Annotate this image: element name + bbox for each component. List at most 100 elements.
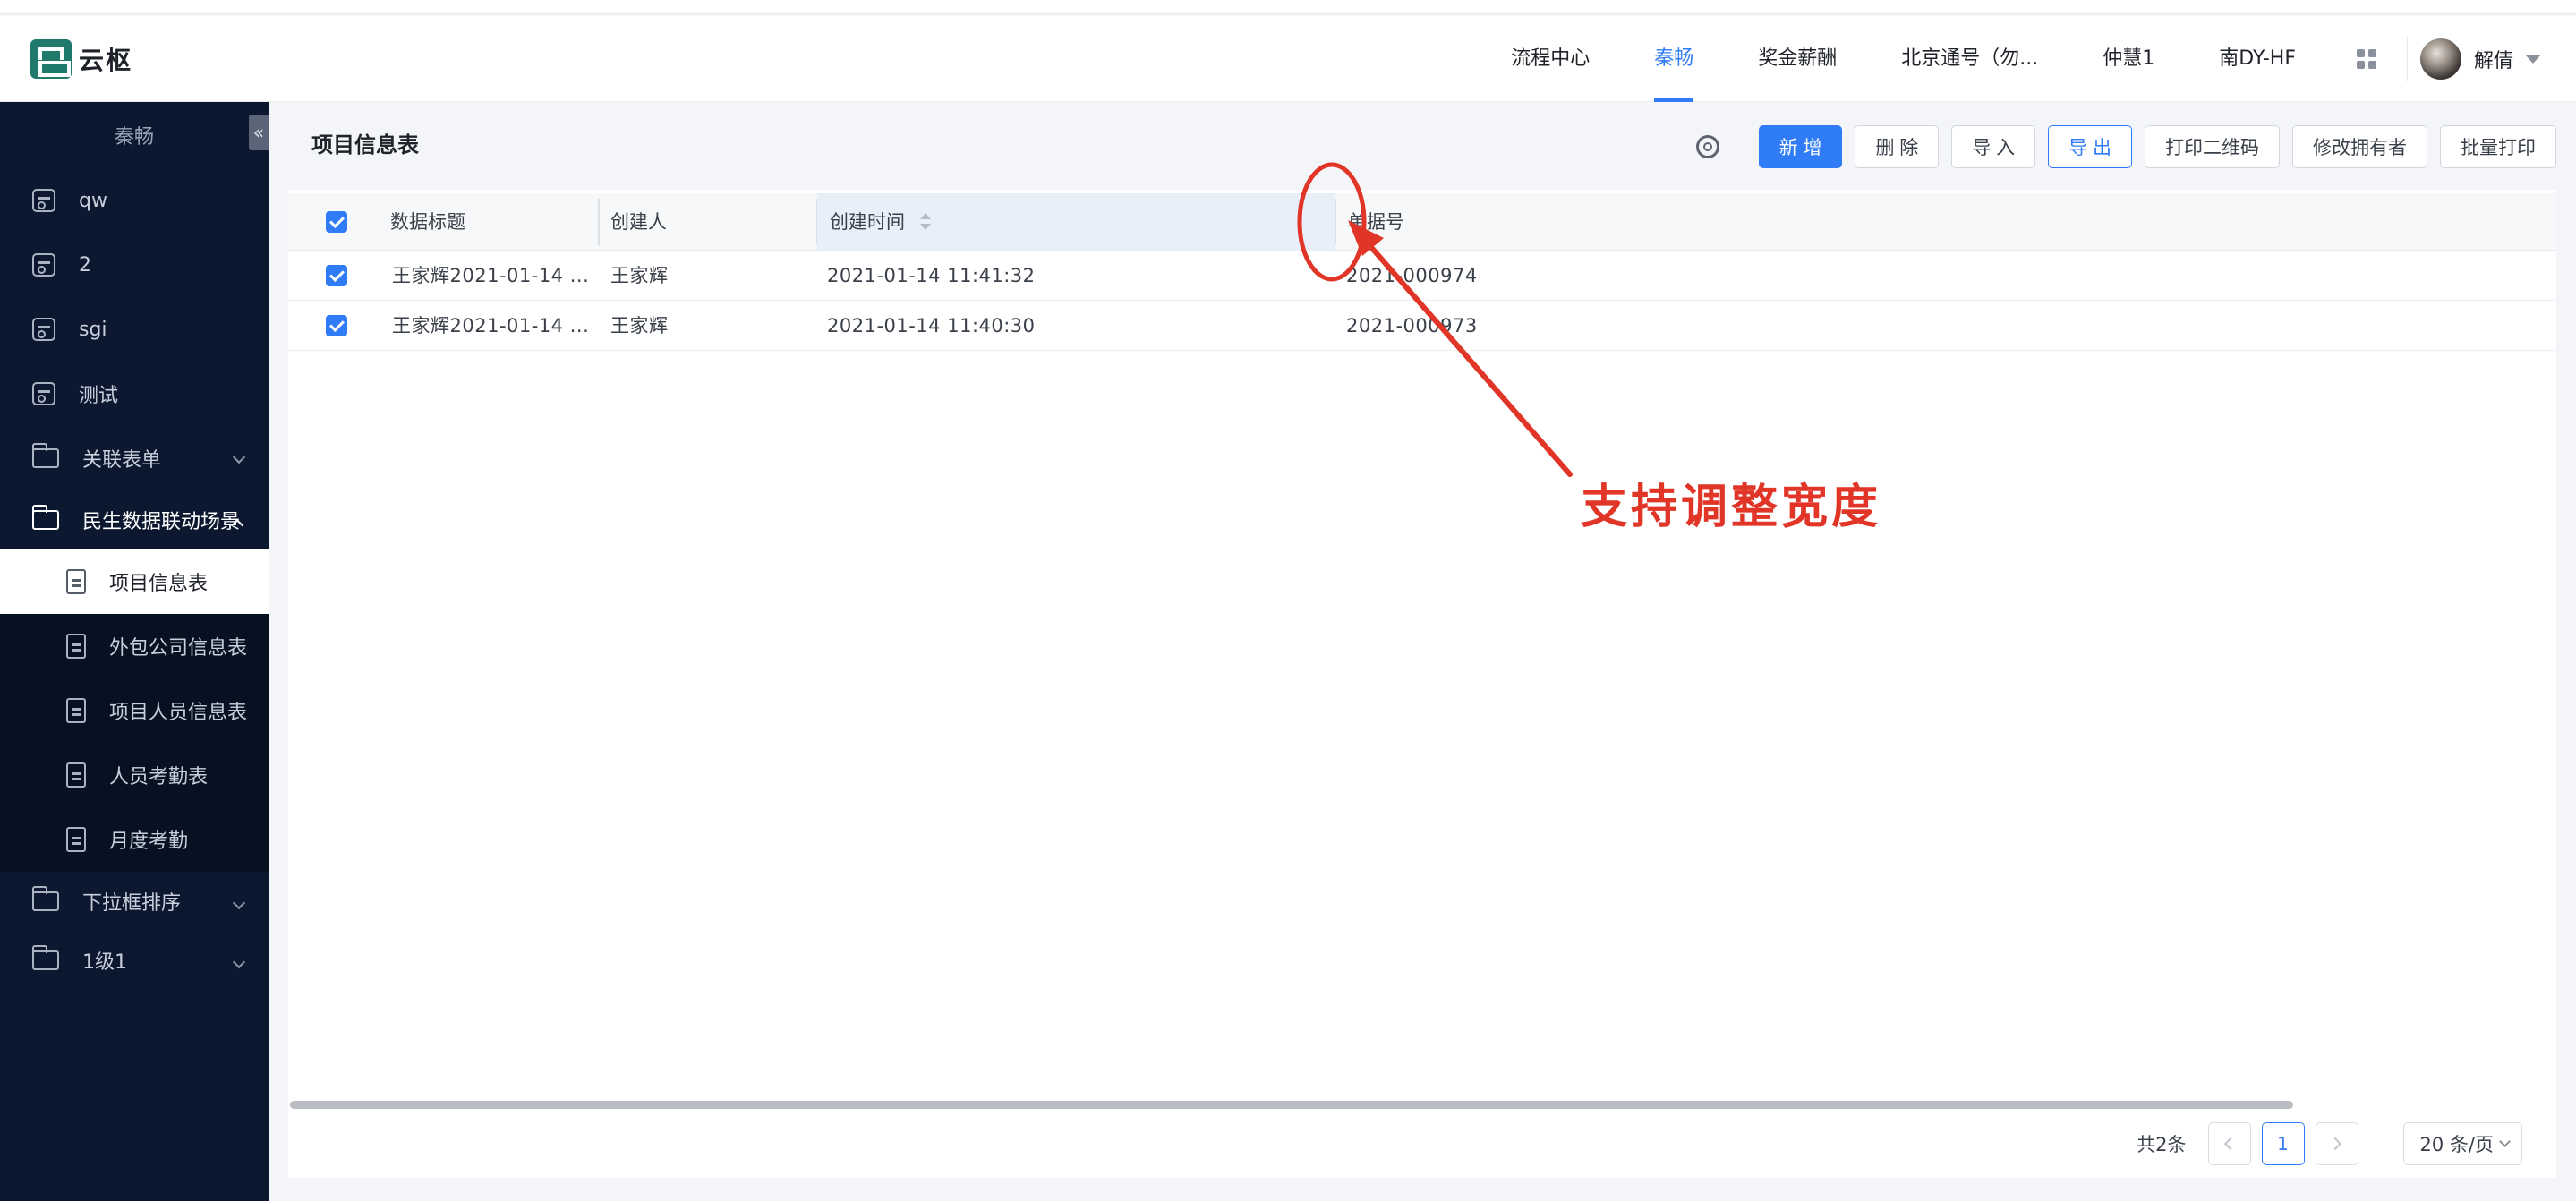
document-icon — [66, 569, 86, 594]
add-button[interactable]: 新 增 — [1758, 125, 1843, 168]
window-top-strip — [0, 0, 2576, 14]
sidebar-item-label: 关联表单 — [82, 449, 162, 472]
page-size-value: 20 条/页 — [2419, 1134, 2494, 1155]
delete-button[interactable]: 删 除 — [1855, 125, 1940, 168]
topnav-item-bonus[interactable]: 奖金薪酬 — [1726, 16, 1869, 102]
sidebar-item-label: qw — [79, 189, 107, 212]
sidebar-item-test[interactable]: 测试 — [0, 362, 269, 426]
sidebar-title-row: 秦畅 « — [0, 102, 269, 168]
topnav-item-zhonghui[interactable]: 仲慧1 — [2070, 16, 2187, 102]
chevron-right-icon — [2328, 1137, 2341, 1151]
row-checkbox[interactable] — [326, 265, 347, 286]
sidebar-item-monthly-attendance[interactable]: 月度考勤 — [0, 807, 269, 872]
toolbar: 新 增 删 除 导 入 导 出 打印二维码 修改拥有者 批量打印 — [1695, 125, 2556, 168]
chevron-down-icon — [232, 896, 246, 910]
data-table: 数据标题 创建人 创建时间 单据号 王家辉2021-01-14 ... 王家辉 … — [288, 190, 2556, 1178]
column-header-doc-number[interactable]: 单据号 — [1335, 193, 2499, 251]
sidebar-item-label: 民生数据联动场景 — [82, 511, 241, 533]
change-owner-button[interactable]: 修改拥有者 — [2292, 125, 2427, 168]
form-icon — [32, 253, 55, 277]
cell-doc-number: 2021-000974 — [1346, 265, 1478, 286]
app-logo[interactable]: 云枢 — [30, 39, 132, 79]
sidebar-item-label: 2 — [79, 253, 91, 277]
avatar — [2419, 38, 2461, 80]
sidebar-item-attendance[interactable]: 人员考勤表 — [0, 743, 269, 807]
table-header: 数据标题 创建人 创建时间 单据号 — [288, 193, 2556, 251]
sidebar-item-label: 1级1 — [82, 951, 127, 974]
total-count: 共2条 — [2137, 1134, 2187, 1155]
sidebar-item-outsourcing-company[interactable]: 外包公司信息表 — [0, 614, 269, 678]
sidebar-item-qw[interactable]: qw — [0, 168, 269, 233]
document-icon — [66, 698, 86, 723]
column-header-creator[interactable]: 创建人 — [598, 193, 816, 251]
cell-creator: 王家辉 — [610, 315, 669, 336]
document-icon — [66, 762, 86, 788]
cell-title: 王家辉2021-01-14 ... — [392, 315, 587, 336]
print-qr-button[interactable]: 打印二维码 — [2145, 125, 2280, 168]
chevron-down-icon — [232, 450, 246, 464]
form-icon — [32, 318, 55, 341]
sidebar-group-dropdown-sort[interactable]: 下拉框排序 — [0, 872, 269, 931]
brand-name: 云枢 — [79, 46, 133, 75]
sidebar-item-sgi[interactable]: sgi — [0, 297, 269, 362]
sidebar-item-label: sgi — [79, 318, 107, 341]
column-header-created-time[interactable]: 创建时间 — [817, 193, 1335, 251]
top-header: 云枢 流程中心 秦畅 奖金薪酬 北京通号（勿... 仲慧1 南DY-HF 解倩 — [0, 16, 2576, 102]
cell-title: 王家辉2021-01-14 ... — [392, 265, 587, 286]
sidebar-item-project-info[interactable]: 项目信息表 — [0, 549, 269, 614]
folder-icon — [31, 945, 59, 970]
collapse-sidebar-icon[interactable]: « — [249, 115, 269, 150]
logo-icon — [30, 39, 72, 79]
export-button[interactable]: 导 出 — [2048, 125, 2132, 168]
sidebar-item-label: 外包公司信息表 — [109, 637, 248, 660]
sidebar-group-livelihood-data[interactable]: 民生数据联动场景 — [0, 490, 269, 549]
cell-created-time: 2021-01-14 11:40:30 — [827, 315, 1036, 336]
sidebar-item-label: 人员考勤表 — [109, 766, 209, 788]
app-grid-icon[interactable] — [2356, 49, 2376, 69]
page-title: 项目信息表 — [311, 132, 419, 158]
topnav-item-qinchang[interactable]: 秦畅 — [1622, 16, 1726, 102]
sidebar-group-level1[interactable]: 1级1 — [0, 931, 269, 990]
cell-created-time: 2021-01-14 11:41:32 — [827, 265, 1036, 286]
form-icon — [32, 189, 55, 212]
sort-icon[interactable] — [919, 209, 931, 236]
horizontal-scrollbar[interactable] — [290, 1101, 2293, 1109]
row-checkbox[interactable] — [326, 315, 347, 336]
column-header-title[interactable]: 数据标题 — [378, 193, 589, 251]
chevron-down-icon — [2499, 1135, 2511, 1147]
page-number-button[interactable]: 1 — [2261, 1122, 2305, 1165]
user-menu[interactable]: 解倩 — [2410, 38, 2576, 80]
sidebar: 秦畅 « qw 2 sgi 测试 关联表单 民生数据联动场景 项目信息表 外包公… — [0, 102, 269, 1201]
topnav-item-beijing[interactable]: 北京通号（勿... — [1869, 16, 2070, 102]
sidebar-item-label: 项目信息表 — [109, 573, 209, 595]
topnav-item-process-center[interactable]: 流程中心 — [1479, 16, 1622, 102]
page-size-select[interactable]: 20 条/页 — [2402, 1122, 2522, 1165]
next-page-button[interactable] — [2315, 1122, 2358, 1165]
import-button[interactable]: 导 入 — [1951, 125, 2036, 168]
nav-divider — [2406, 37, 2408, 81]
pagination: 共2条 1 20 条/页 — [2137, 1122, 2522, 1165]
annotation-label: 支持调整宽度 — [1581, 481, 1882, 534]
form-icon — [32, 382, 55, 405]
sidebar-item-label: 下拉框排序 — [82, 892, 182, 915]
folder-open-icon — [31, 505, 59, 530]
sidebar-item-project-staff[interactable]: 项目人员信息表 — [0, 678, 269, 743]
prev-page-button[interactable] — [2207, 1122, 2251, 1165]
sidebar-title: 秦畅 — [114, 126, 154, 149]
document-icon — [66, 634, 86, 659]
folder-icon — [31, 443, 59, 468]
table-row[interactable]: 王家辉2021-01-14 ... 王家辉 2021-01-14 11:40:3… — [288, 301, 2556, 351]
select-all-checkbox[interactable] — [326, 211, 347, 233]
batch-print-button[interactable]: 批量打印 — [2440, 125, 2556, 168]
table-row[interactable]: 王家辉2021-01-14 ... 王家辉 2021-01-14 11:41:3… — [288, 251, 2556, 301]
folder-icon — [31, 886, 59, 911]
column-header-label: 创建时间 — [830, 211, 905, 233]
gear-icon[interactable] — [1695, 135, 1719, 158]
cell-creator: 王家辉 — [610, 265, 669, 286]
sidebar-group-linked-forms[interactable]: 关联表单 — [0, 426, 269, 490]
document-icon — [66, 827, 86, 852]
sidebar-item-label: 月度考勤 — [109, 830, 189, 853]
topnav-item-dyhf[interactable]: 南DY-HF — [2187, 16, 2328, 102]
user-name: 解倩 — [2473, 50, 2513, 72]
sidebar-item-2[interactable]: 2 — [0, 233, 269, 297]
